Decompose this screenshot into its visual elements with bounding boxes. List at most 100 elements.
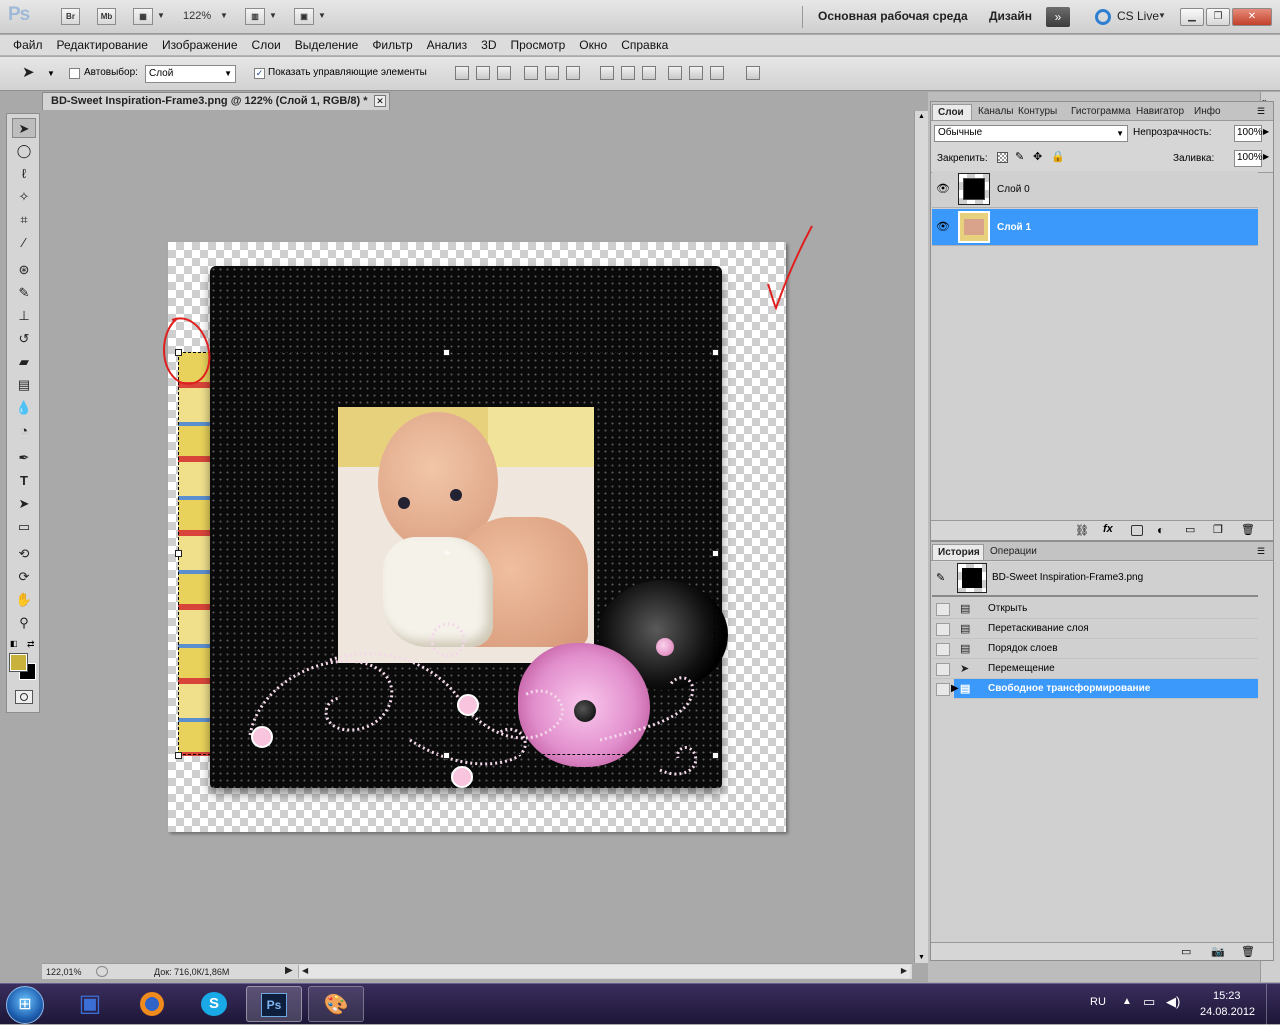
eraser-icon[interactable]: ▰ [12, 352, 36, 372]
new-group-icon[interactable]: ▭ [1185, 523, 1195, 536]
volume-icon[interactable]: ◀) [1166, 994, 1180, 1010]
3d-orbit-icon[interactable]: ⟳ [12, 567, 36, 587]
taskbar-app-skype[interactable]: S [186, 986, 242, 1022]
lasso-icon[interactable]: ℓ [12, 164, 36, 184]
status-info-icon[interactable] [96, 966, 108, 977]
new-snapshot-icon[interactable]: 📷 [1211, 945, 1225, 958]
align-left-icon[interactable] [524, 66, 538, 80]
lock-all-icon[interactable]: 🔒 [1051, 150, 1065, 163]
align-hcenter-icon[interactable] [545, 66, 559, 80]
scroll-up-icon[interactable]: ▲ [918, 113, 925, 120]
fill-input[interactable]: 100% [1234, 150, 1263, 167]
status-zoom[interactable]: 122,01% [46, 967, 82, 977]
distribute-hcenter-icon[interactable] [689, 66, 703, 80]
horizontal-scrollbar[interactable]: ◀ ▶ [298, 965, 910, 978]
swap-colors-icon[interactable]: ⇄ [27, 639, 35, 650]
align-vcenter-icon[interactable] [476, 66, 490, 80]
arrange-documents-icon[interactable]: ▥ [245, 8, 265, 25]
cs-live-button[interactable]: CS Live [1117, 9, 1159, 23]
lock-position-icon[interactable]: ✥ [1033, 150, 1042, 163]
eyedropper-icon[interactable]: ⁄ [12, 233, 36, 253]
opacity-slider-icon[interactable]: ▶ [1263, 127, 1269, 136]
show-hidden-icons-icon[interactable]: ▲ [1122, 996, 1132, 1007]
pen-icon[interactable]: ✒ [12, 448, 36, 468]
screen-mode-icon[interactable]: ▣ [294, 8, 314, 25]
distribute-right-icon[interactable] [710, 66, 724, 80]
eye-icon[interactable]: 👁 [936, 183, 950, 195]
align-right-icon[interactable] [566, 66, 580, 80]
menu-analysis[interactable]: Анализ [420, 38, 475, 52]
panel-menu-icon[interactable]: ☰ [1257, 546, 1265, 557]
zoom-icon[interactable]: ⚲ [12, 613, 36, 633]
gradient-icon[interactable]: ▤ [12, 375, 36, 395]
transform-handle-bottom[interactable] [443, 752, 450, 759]
taskbar-app-photoshop[interactable]: Ps [246, 986, 302, 1022]
layer-style-icon[interactable]: fx [1103, 523, 1113, 535]
layer-name[interactable]: Слой 1 [997, 222, 1031, 233]
magic-wand-icon[interactable]: ✧ [12, 187, 36, 207]
transform-handle-top-right[interactable] [712, 349, 719, 356]
auto-select-checkbox[interactable] [69, 68, 80, 79]
path-selection-icon[interactable]: ➤ [12, 494, 36, 514]
tab-layers[interactable]: Слои [932, 104, 972, 120]
chevron-down-icon[interactable]: ▼ [220, 11, 228, 20]
taskbar-app-files[interactable]: ▣ [62, 986, 118, 1022]
transform-handle-top[interactable] [443, 349, 450, 356]
menu-help[interactable]: Справка [614, 38, 675, 52]
blur-icon[interactable]: 💧 [12, 398, 36, 418]
foreground-color-swatch[interactable] [9, 653, 28, 672]
status-menu-arrow-icon[interactable]: ▶ [285, 965, 293, 976]
zoom-level[interactable]: 122% [183, 8, 211, 25]
delete-layer-icon[interactable]: 🗑 [1241, 523, 1255, 536]
clone-stamp-icon[interactable]: ⊥ [12, 306, 36, 326]
minimize-icon[interactable]: ▁ [1180, 8, 1204, 26]
taskbar-app-firefox[interactable] [124, 986, 180, 1022]
auto-select-dropdown[interactable]: Слой ▼ [145, 65, 236, 83]
brush-icon[interactable]: ✎ [12, 283, 36, 303]
history-brush-checkbox[interactable] [936, 603, 950, 616]
start-button[interactable]: ⊞ [6, 986, 44, 1024]
layer-name[interactable]: Слой 0 [997, 184, 1030, 195]
mini-bridge-button[interactable]: Mb [97, 8, 116, 25]
chevron-down-icon[interactable]: ▼ [1158, 11, 1166, 20]
new-document-from-state-icon[interactable]: ▭ [1181, 945, 1191, 958]
lock-image-icon[interactable]: ✎ [1015, 150, 1024, 163]
chevron-down-icon[interactable]: ▼ [318, 11, 326, 20]
menu-image[interactable]: Изображение [155, 38, 245, 52]
crop-icon[interactable]: ⌗ [12, 210, 36, 230]
clock-date[interactable]: 24.08.2012 [1200, 1006, 1255, 1018]
type-icon[interactable]: T [12, 471, 36, 491]
show-controls-checkbox[interactable]: ✓ [254, 68, 265, 79]
adjustment-layer-icon[interactable]: ◐ [1157, 523, 1164, 537]
history-step[interactable]: ▤ Порядок слоев [932, 639, 1258, 659]
more-workspaces-icon[interactable]: » [1046, 7, 1070, 27]
history-brush-checkbox[interactable] [936, 683, 950, 696]
tab-actions[interactable]: Операции [985, 544, 1049, 560]
scroll-right-icon[interactable]: ▶ [901, 966, 907, 975]
clock-time[interactable]: 15:23 [1213, 990, 1241, 1002]
rectangle-shape-icon[interactable]: ▭ [12, 517, 36, 537]
hand-icon[interactable]: ✋ [12, 590, 36, 610]
chevron-down-icon[interactable]: ▼ [269, 11, 277, 20]
chevron-down-icon[interactable]: ▼ [157, 11, 165, 20]
transform-handle-bottom-right[interactable] [712, 752, 719, 759]
show-desktop-button[interactable] [1266, 984, 1280, 1025]
view-extras-icon[interactable]: ▦ [133, 8, 153, 25]
transform-center-point-icon[interactable]: ⌖ [441, 546, 453, 558]
distribute-left-icon[interactable] [668, 66, 682, 80]
elliptical-marquee-icon[interactable]: ◯ [12, 141, 36, 161]
layer-row-selected[interactable]: 👁 Слой 1 [932, 209, 1258, 246]
tab-info[interactable]: Инфо [1189, 104, 1233, 120]
tab-histogram[interactable]: Гистограмма [1066, 104, 1131, 120]
menu-window[interactable]: Окно [572, 38, 614, 52]
menu-view[interactable]: Просмотр [503, 38, 572, 52]
layer-mask-icon[interactable] [1131, 525, 1143, 536]
tab-history[interactable]: История [932, 544, 984, 560]
dodge-icon[interactable]: ◔ [12, 421, 36, 441]
history-brush-source-icon[interactable]: ✎ [936, 571, 945, 584]
taskbar-app-paint[interactable]: 🎨 [308, 986, 364, 1022]
move-tool-icon[interactable]: ➤ [12, 118, 36, 138]
history-brush-icon[interactable]: ↺ [12, 329, 36, 349]
scroll-left-icon[interactable]: ◀ [302, 966, 308, 975]
close-document-icon[interactable]: ✕ [374, 95, 386, 107]
